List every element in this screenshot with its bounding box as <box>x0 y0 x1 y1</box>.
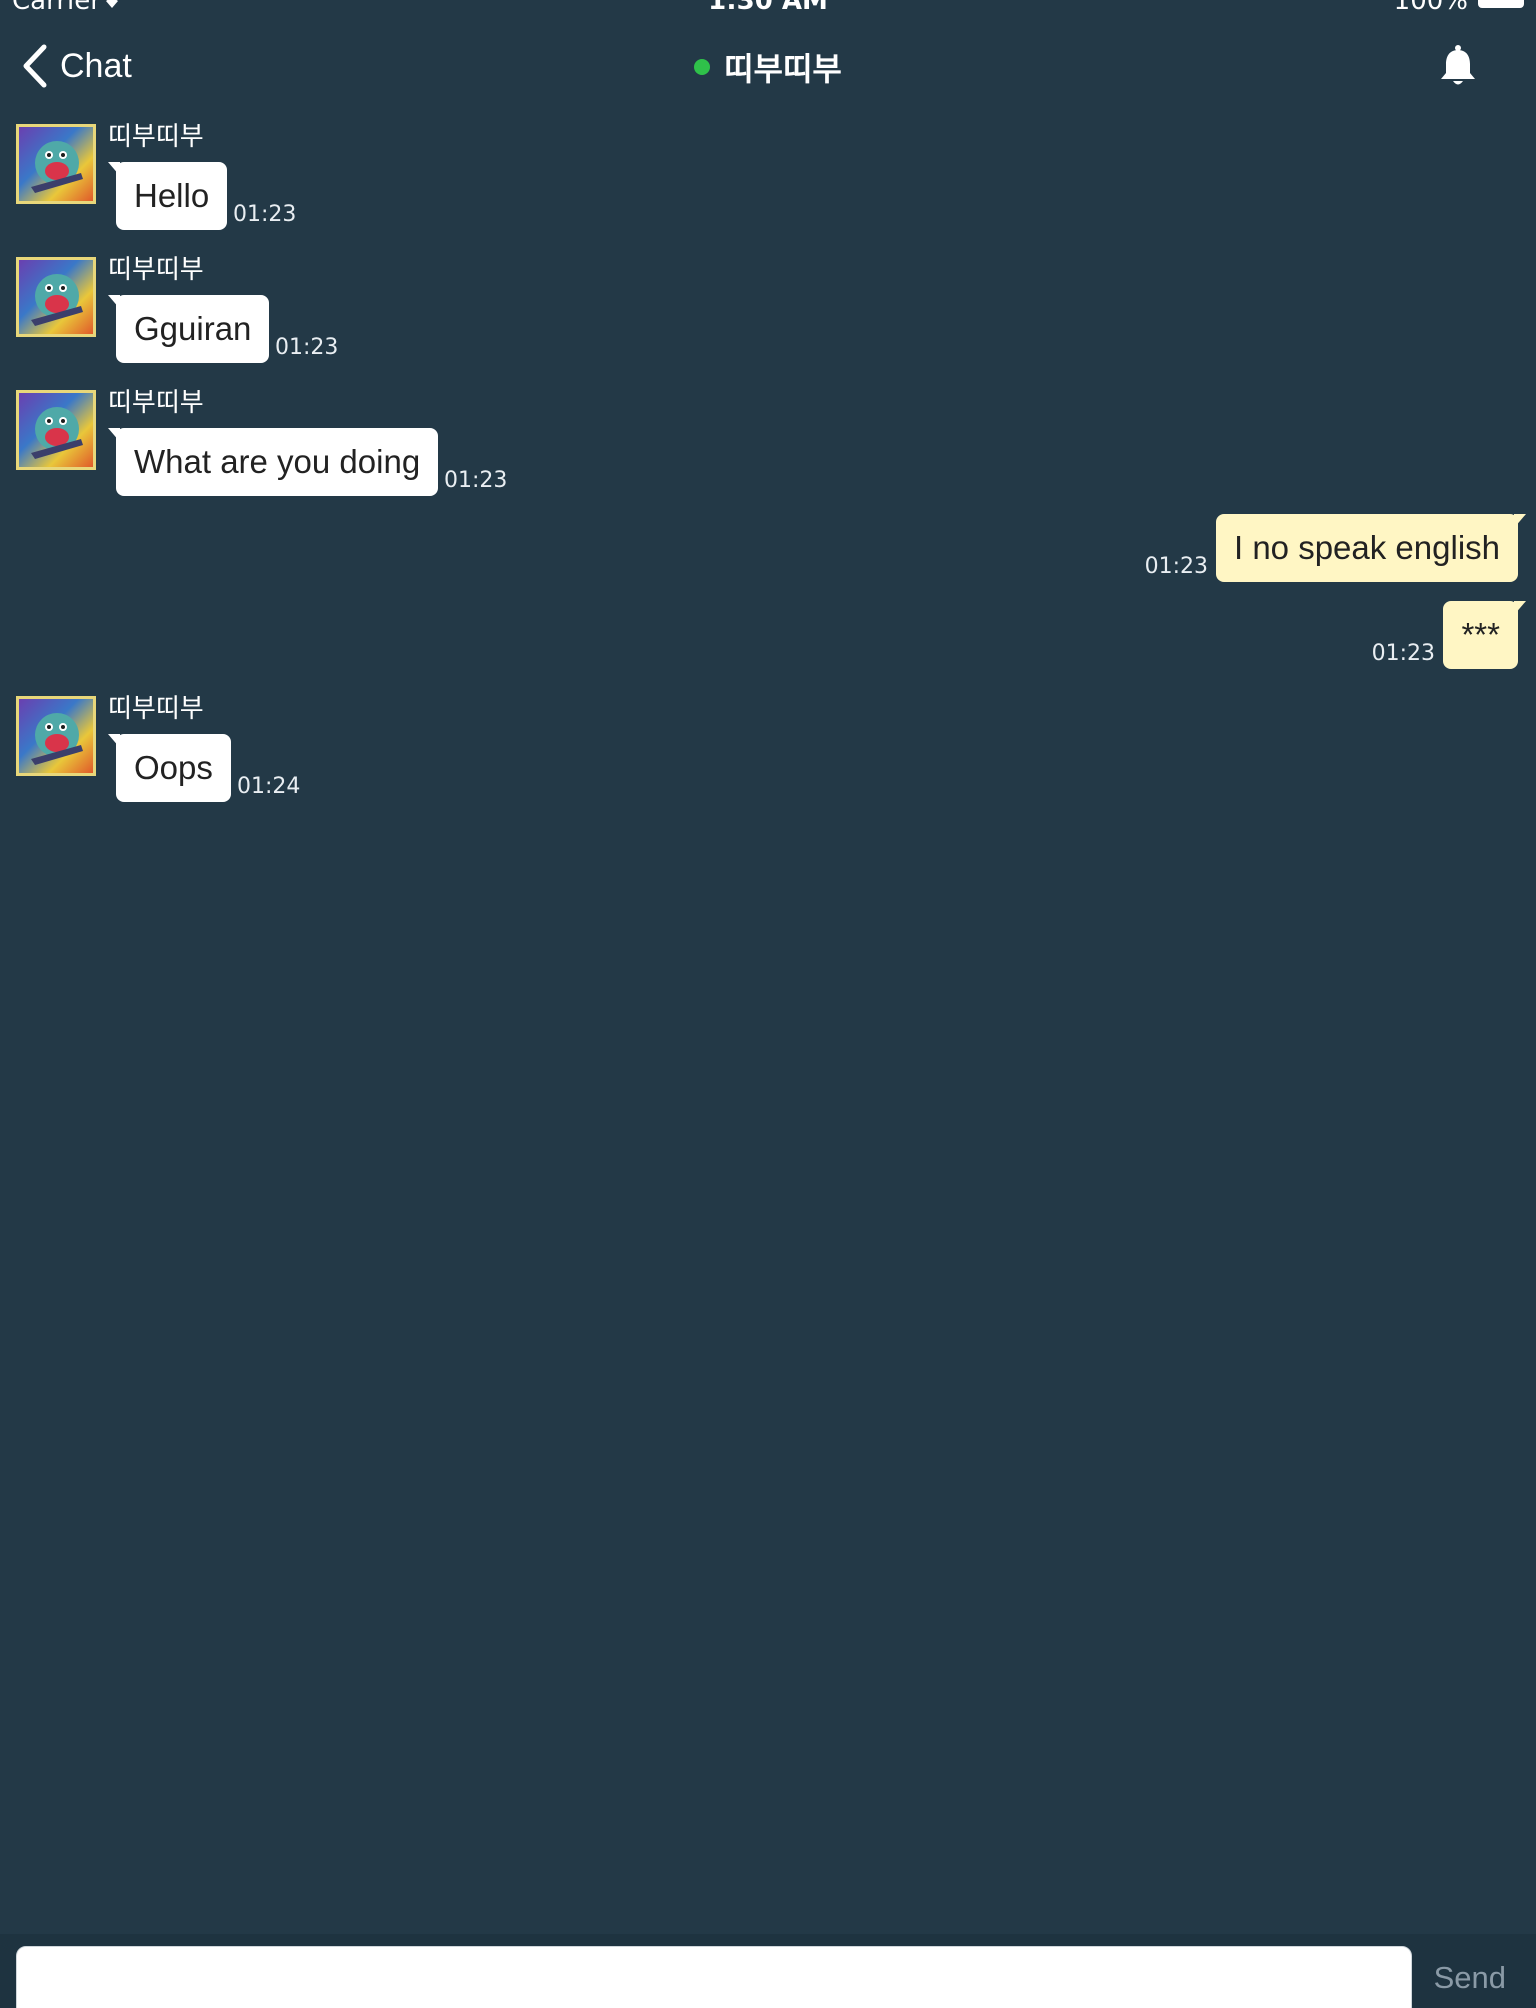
message-input[interactable] <box>16 1946 1412 2008</box>
message-list: 띠부띠부 Hello 01:23 띠부띠부 Gguiran 01:23 띠부띠부 What a… <box>0 116 1536 1934</box>
message-time: 01:23 <box>1371 641 1435 666</box>
message-time: 01:23 <box>1144 554 1208 579</box>
message-outgoing: *** 01:23 <box>818 601 1526 671</box>
message-bubble[interactable]: What are you doing <box>107 428 439 496</box>
composer-bar: Send <box>0 1934 1536 2008</box>
sender-name: 띠부띠부 <box>108 388 204 418</box>
nav-bar: Chat 띠부띠부 <box>0 16 1536 116</box>
message-bubble[interactable]: I no speak english <box>1215 514 1527 582</box>
nav-title-group: 띠부띠부 <box>0 42 1536 92</box>
message-incoming: 띠부띠부 Gguiran 01:23 <box>16 249 716 369</box>
status-bar: Carrier 1:30 AM 100% <box>0 0 1536 16</box>
chat-screen: Carrier 1:30 AM 100% Chat 띠부띠부 띠부띠부 Hello… <box>0 0 1536 2008</box>
avatar[interactable] <box>16 124 96 204</box>
message-incoming: 띠부띠부 What are you doing 01:23 <box>16 382 716 502</box>
chat-title: 띠부띠부 <box>724 50 842 88</box>
sender-name: 띠부띠부 <box>108 694 204 724</box>
battery-icon <box>1478 0 1524 8</box>
send-button[interactable]: Send <box>1434 1960 1506 1996</box>
avatar[interactable] <box>16 390 96 470</box>
notifications-button[interactable] <box>1430 38 1486 94</box>
bell-icon <box>1441 45 1475 85</box>
message-bubble[interactable]: Hello <box>107 162 228 230</box>
clock-label: 1:30 AM <box>708 0 828 16</box>
avatar[interactable] <box>16 696 96 776</box>
avatar[interactable] <box>16 257 96 337</box>
message-bubble[interactable]: *** <box>1443 601 1526 669</box>
sender-name: 띠부띠부 <box>108 122 204 152</box>
message-time: 01:24 <box>237 774 301 799</box>
message-time: 01:23 <box>444 468 508 493</box>
message-time: 01:23 <box>275 335 339 360</box>
battery-percent: 100% <box>1393 0 1468 16</box>
sender-name: 띠부띠부 <box>108 255 204 285</box>
online-status-dot <box>694 59 711 75</box>
message-incoming: 띠부띠부 Hello 01:23 <box>16 116 716 236</box>
message-outgoing: I no speak english 01:23 <box>818 514 1527 584</box>
message-incoming: 띠부띠부 Oops 01:24 <box>16 688 716 808</box>
message-bubble[interactable]: Oops <box>108 734 231 802</box>
message-time: 01:23 <box>233 202 297 227</box>
message-bubble[interactable]: Gguiran <box>107 295 270 363</box>
